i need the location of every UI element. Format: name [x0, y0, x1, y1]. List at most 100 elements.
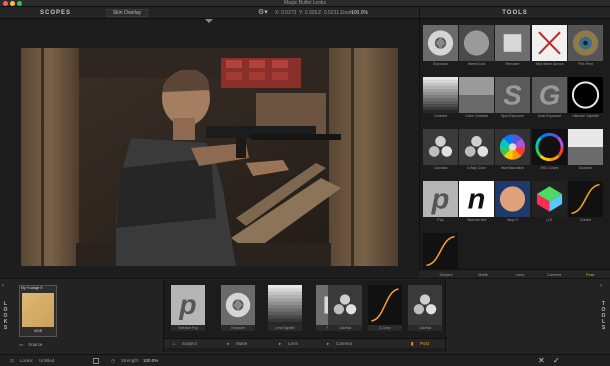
strength-value[interactable]: 100.0%: [143, 355, 158, 366]
chevron-right-icon: ›: [600, 283, 602, 289]
tool-film-print[interactable]: Film Print: [568, 25, 603, 73]
skin-disc-icon: [495, 181, 530, 217]
chain-tool-label: Colorista: [408, 325, 442, 331]
stage-lens[interactable]: Lens: [288, 339, 298, 349]
look-card[interactable]: My Footage 5 MGB: [19, 285, 57, 337]
gradient-grey-icon: [268, 285, 302, 325]
letter-s-icon: S: [495, 77, 530, 113]
looks-side-label: LOOKS: [3, 301, 8, 331]
tools-drawer-toggle[interactable]: › TOOLS: [598, 279, 608, 355]
source-icon: ▭: [19, 342, 24, 347]
y-readout: Y: 0.326: [299, 10, 318, 16]
tool-ultimate-vignette[interactable]: Ultimate Vignette: [568, 77, 603, 125]
letter-g-icon: G: [532, 77, 567, 113]
skin-overlay-button[interactable]: Skin Overlay: [106, 9, 148, 17]
preview-image[interactable]: [21, 48, 398, 266]
tool-duotone[interactable]: Duotone: [568, 129, 603, 177]
aperture-icon: [423, 25, 458, 61]
tool-hsl-colors[interactable]: HSL Colors: [532, 129, 567, 177]
looks-name[interactable]: Untitled: [39, 355, 54, 366]
tool-curves[interactable]: Curves: [568, 181, 603, 229]
stage-matte[interactable]: Matte: [236, 339, 247, 349]
tri-wheel2-icon: [459, 129, 494, 165]
tool-label: Ultimate Vignette: [572, 114, 599, 118]
tool-label: Renoiser: [505, 62, 520, 66]
tools-side-label: TOOLS: [601, 301, 606, 331]
tools-header: TOOLS: [419, 7, 610, 19]
hue-wheel-icon: [495, 129, 530, 165]
tool-label: Color Contrast: [465, 114, 488, 118]
tool-label: Telecine Net: [466, 218, 487, 222]
stage-lens-icon: ▸: [279, 341, 282, 346]
scopes-expand-icon[interactable]: [205, 19, 213, 23]
noise-square-icon: [495, 25, 530, 61]
viewer: [0, 19, 419, 278]
chain-tool-colorista[interactable]: Colorista: [408, 285, 442, 336]
tool-mojo-ii[interactable]: Mojo II: [495, 181, 530, 229]
chevron-left-icon: ‹: [2, 283, 4, 289]
save-look-icon[interactable]: [93, 358, 99, 364]
chain-tool-lens-vignette[interactable]: Lens Vignette: [268, 285, 302, 336]
gear-icon[interactable]: ⚙▾: [258, 7, 268, 19]
chain-tool-label: Lens Vignette: [268, 325, 302, 331]
curve2-icon: [423, 233, 458, 269]
viewer-toolbar: SCOPES Skin Overlay ⚙▾ X: 0.5273 Y: 0.32…: [0, 7, 419, 19]
tool-label: HSL Colors: [540, 166, 559, 170]
looks-drawer-toggle[interactable]: ‹ LOOKS: [0, 279, 10, 355]
curve-icon: [568, 181, 603, 217]
reel-icon: [568, 25, 603, 61]
preview-scene: [21, 48, 398, 266]
chain-tool-label: S-Curve: [368, 325, 402, 331]
confirm-button[interactable]: ✓: [553, 355, 560, 366]
tool-4-way-color[interactable]: 4-Way Color: [459, 129, 494, 177]
strength-icon: ◷: [111, 358, 115, 363]
tool-label: Curves: [579, 218, 592, 222]
chain-tool-label: Exposure: [221, 325, 255, 331]
stage-camera[interactable]: Camera: [336, 339, 352, 349]
looks-label: Looks:: [20, 358, 34, 363]
tool-label: Film Print: [578, 62, 593, 66]
tool-label: Colorista: [433, 166, 448, 170]
tool-warm-cool[interactable]: Warm/Cool: [459, 25, 494, 73]
ring-icon: [568, 77, 603, 113]
aperture-icon: [221, 285, 255, 325]
window-title: Magic Bullet Looks: [284, 0, 326, 6]
tool-grad-exposure[interactable]: G Grad Exposure: [532, 77, 567, 125]
tool-lut[interactable]: LUT: [532, 181, 567, 229]
chain-tool-s-curve[interactable]: S-Curve: [368, 285, 402, 336]
tool-contrast[interactable]: Contrast: [423, 77, 458, 125]
letter-p-icon: p: [171, 285, 205, 325]
stage-subject[interactable]: Subject: [182, 339, 197, 349]
tool-spot-exposure[interactable]: S Spot Exposure: [495, 77, 530, 125]
tools-title: TOOLS: [502, 10, 528, 16]
tool-telecine-net[interactable]: n Telecine Net: [459, 181, 494, 229]
tool-colorista[interactable]: Colorista: [423, 129, 458, 177]
tool-color-contrast[interactable]: Color Contrast: [459, 77, 494, 125]
stage-matte-icon: ▸: [227, 341, 230, 346]
cancel-button[interactable]: ✕: [538, 355, 545, 366]
chain-tool-colorista[interactable]: Colorista: [328, 285, 362, 336]
svg-text:G: G: [539, 79, 561, 110]
grey-disc-icon: [459, 25, 494, 61]
source-toggle[interactable]: ▭ Source: [19, 341, 43, 348]
status-bar: ⊡ Looks: Untitled ◷ Strength: 100.0% ✕ ✓: [0, 354, 610, 366]
zoom-value[interactable]: 100.0%: [351, 7, 368, 19]
tool-label: LUT: [546, 218, 553, 222]
looks-status-icon: ⊡: [10, 358, 14, 363]
chain-tool-exposure[interactable]: Exposure: [221, 285, 255, 336]
letter-n-icon: n: [459, 181, 494, 217]
tool-mist-warm-aurora[interactable]: Mist Warm Aurora: [532, 25, 567, 73]
scopes-toggle[interactable]: SCOPES: [40, 7, 71, 19]
chain-tool-selective-pop[interactable]: p Selective Pop: [171, 285, 205, 336]
stage-strip: ⊥ Subject ▸ Matte ▸ Lens ▸ Camera ▮ Post: [164, 338, 445, 348]
tool-exposure[interactable]: Exposure: [423, 25, 458, 73]
chain-tool-label: Selective Pop: [171, 325, 205, 331]
tool-pop[interactable]: p Pop: [423, 181, 458, 229]
stage-post[interactable]: Post: [420, 339, 429, 349]
tool-hue-saturation[interactable]: Hue/Saturation: [495, 129, 530, 177]
duo-gradient-icon: [568, 129, 603, 165]
tool-renoiser[interactable]: Renoiser: [495, 25, 530, 73]
stage-subject-icon: ⊥: [172, 341, 176, 346]
chain-tool-label: Colorista: [328, 325, 362, 331]
tool-label: Warm/Cool: [467, 62, 486, 66]
